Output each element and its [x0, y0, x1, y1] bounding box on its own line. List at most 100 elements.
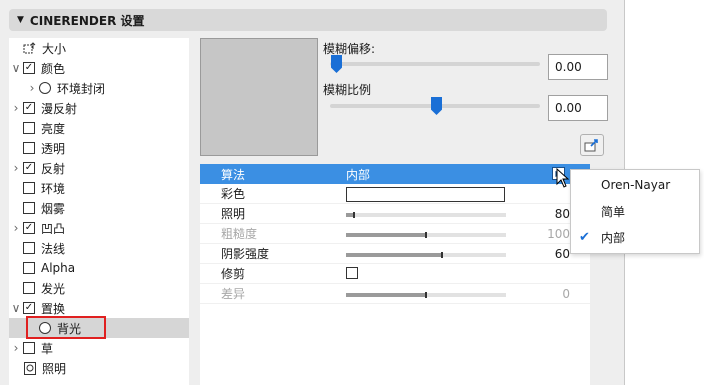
- clip-checkbox[interactable]: [346, 267, 358, 279]
- blur-scale-slider-thumb[interactable]: [431, 97, 442, 115]
- chevron-down-icon[interactable]: ∨: [9, 61, 23, 75]
- bulb-icon: [23, 361, 36, 375]
- row-label: 粗糙度: [221, 227, 258, 241]
- color-swatch[interactable]: [346, 187, 505, 202]
- illumination-bar[interactable]: [346, 212, 506, 218]
- tree-item-displacement[interactable]: ∨ ✓ 置换: [9, 298, 189, 318]
- tree-item-label: 漫反射: [41, 101, 78, 116]
- mouse-cursor-icon: [556, 168, 570, 188]
- settings-panel: ▼ CINERENDER 设置 大小 ∨ ✓ 颜色 › 环境封闭 › ✓ 漫反射: [0, 0, 625, 385]
- tree-item-label: 法线: [41, 241, 66, 256]
- table-row-color[interactable]: 彩色: [200, 184, 590, 204]
- chevron-right-icon[interactable]: ›: [9, 221, 23, 235]
- checkbox-checked[interactable]: ✓: [23, 222, 35, 234]
- tree-item-alpha[interactable]: Alpha: [9, 258, 189, 278]
- chevron-right-icon[interactable]: ›: [9, 341, 23, 355]
- menu-item-label: 简单: [601, 204, 626, 219]
- tree-item-normal[interactable]: 法线: [9, 238, 189, 258]
- table-row-clip[interactable]: 修剪: [200, 264, 590, 284]
- checkbox-checked[interactable]: ✓: [23, 162, 35, 174]
- material-preview: [200, 38, 318, 156]
- resize-icon: [23, 41, 36, 55]
- tree-item-illumination[interactable]: 照明: [9, 358, 189, 378]
- table-row-algorithm[interactable]: 算法 内部 ▶: [200, 164, 590, 184]
- chevron-down-icon[interactable]: ∨: [9, 301, 23, 315]
- row-label: 照明: [221, 207, 246, 221]
- menu-item-oren-nayar[interactable]: Oren-Nayar: [571, 172, 699, 198]
- tree-item-label: 烟雾: [41, 201, 66, 216]
- section-title: CINERENDER 设置: [29, 13, 145, 28]
- chevron-right-icon[interactable]: ›: [9, 161, 23, 175]
- difference-bar: [346, 292, 506, 298]
- tree-item-glow[interactable]: 发光: [9, 278, 189, 298]
- checkbox-checked[interactable]: ✓: [23, 302, 35, 314]
- tree-item-label: 照明: [42, 361, 67, 376]
- tree-item-size[interactable]: 大小: [9, 38, 189, 58]
- collapse-triangle-icon[interactable]: ▼: [17, 15, 24, 25]
- row-label: 阴影强度: [221, 247, 270, 261]
- tree-item-luminance[interactable]: 亮度: [9, 118, 189, 138]
- menu-item-simple[interactable]: 简单: [571, 198, 699, 224]
- tree-item-transparency[interactable]: 透明: [9, 138, 189, 158]
- tree-item-label: Alpha: [41, 261, 76, 275]
- checkmark-icon: ✔: [579, 229, 590, 245]
- row-label: 差异: [221, 287, 246, 301]
- tree-item-fog[interactable]: 烟雾: [9, 198, 189, 218]
- tree-item-reflection[interactable]: › ✓ 反射: [9, 158, 189, 178]
- blur-scale-input[interactable]: 0.00: [548, 95, 608, 121]
- tree-item-label: 发光: [41, 281, 66, 296]
- algorithm-dropdown-menu: Oren-Nayar 简单 ✔ 内部: [570, 169, 700, 254]
- row-value: 100: [547, 226, 570, 241]
- table-row-difference: 差异 0: [200, 284, 590, 304]
- checkbox-unchecked[interactable]: [23, 242, 35, 254]
- algorithm-label: 算法: [221, 167, 246, 182]
- checkbox-unchecked[interactable]: [23, 342, 35, 354]
- row-label: 彩色: [221, 187, 246, 201]
- export-button[interactable]: [580, 134, 604, 156]
- row-value: 0: [562, 286, 570, 301]
- tree-item-color[interactable]: ∨ ✓ 颜色: [9, 58, 189, 78]
- checkbox-unchecked[interactable]: [23, 142, 35, 154]
- tree-item-ambient-occlusion[interactable]: › 环境封闭: [9, 78, 189, 98]
- blur-offset-input[interactable]: 0.00: [548, 54, 608, 80]
- checkbox-unchecked[interactable]: [23, 182, 35, 194]
- section-header[interactable]: ▼ CINERENDER 设置: [9, 9, 607, 31]
- shadow-intensity-bar[interactable]: [346, 252, 506, 258]
- tree-item-label: 亮度: [41, 121, 66, 136]
- menu-item-label: Oren-Nayar: [601, 178, 671, 192]
- table-row-shadow-intensity[interactable]: 阴影强度 60: [200, 244, 590, 264]
- tree-item-label: 透明: [41, 141, 66, 156]
- menu-item-internal[interactable]: ✔ 内部: [571, 224, 699, 250]
- export-icon: [584, 139, 598, 152]
- algorithm-value: 内部: [346, 167, 371, 182]
- tree-item-label: 置换: [41, 301, 66, 316]
- highlight-outline: [26, 316, 106, 339]
- blur-offset-slider-thumb[interactable]: [331, 55, 342, 73]
- table-row-illumination[interactable]: 照明 80: [200, 204, 590, 224]
- checkbox-unchecked[interactable]: [23, 262, 35, 274]
- blur-offset-slider[interactable]: [330, 62, 540, 66]
- table-row-roughness: 粗糙度 100: [200, 224, 590, 244]
- checkbox-unchecked[interactable]: [23, 202, 35, 214]
- properties-table: 算法 内部 ▶ 彩色 照明 80 粗糙度 100 阴影强度 60 修剪 差异: [200, 164, 590, 385]
- tree-item-bump[interactable]: › ✓ 凹凸: [9, 218, 189, 238]
- checkbox-unchecked[interactable]: [23, 282, 35, 294]
- row-value: 80: [554, 206, 570, 221]
- chevron-right-icon[interactable]: ›: [25, 81, 39, 95]
- tree-item-environment[interactable]: 环境: [9, 178, 189, 198]
- tree-item-label: 颜色: [41, 61, 66, 76]
- checkbox-unchecked[interactable]: [23, 122, 35, 134]
- blur-scale-label: 模糊比例: [323, 83, 372, 97]
- tree-item-label: 凹凸: [41, 221, 66, 236]
- checkbox-checked[interactable]: ✓: [23, 102, 35, 114]
- chevron-right-icon[interactable]: ›: [9, 101, 23, 115]
- tree-item-label: 草: [41, 341, 54, 356]
- roughness-bar: [346, 232, 506, 238]
- tree-item-label: 环境: [41, 181, 66, 196]
- tree-item-grass[interactable]: › 草: [9, 338, 189, 358]
- menu-item-label: 内部: [601, 230, 626, 245]
- tree-item-diffuse[interactable]: › ✓ 漫反射: [9, 98, 189, 118]
- tree-item-label: 环境封闭: [57, 81, 106, 96]
- blur-offset-label: 模糊偏移:: [323, 42, 376, 56]
- checkbox-checked[interactable]: ✓: [23, 62, 35, 74]
